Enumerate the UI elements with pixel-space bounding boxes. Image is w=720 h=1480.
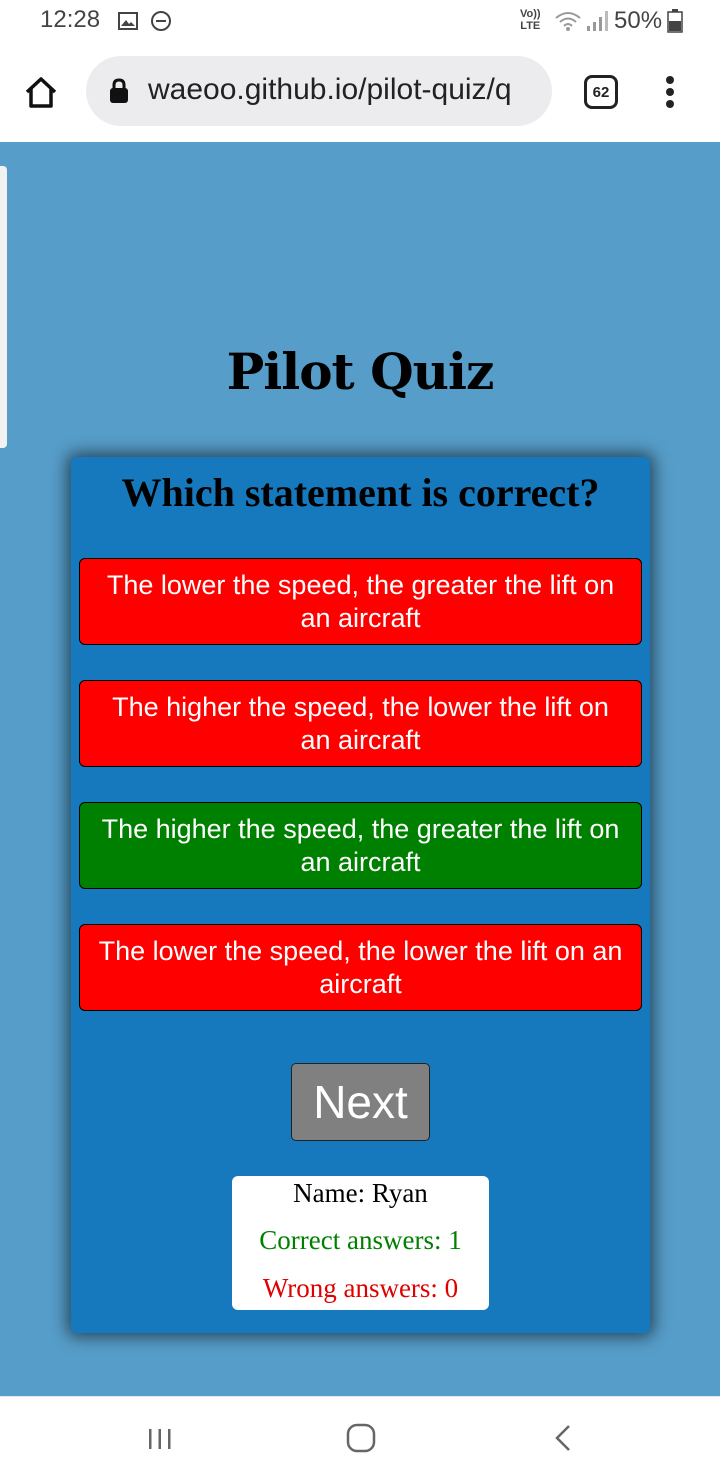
answer-label: The lower the speed, the lower the lift …: [98, 935, 623, 999]
signal-icon: [587, 11, 608, 31]
lock-icon: [110, 78, 128, 103]
recent-apps-icon[interactable]: [146, 1425, 174, 1453]
answer-button-1[interactable]: The lower the speed, the greater the lif…: [79, 558, 642, 645]
battery-icon: [667, 9, 683, 33]
do-not-disturb-icon: [151, 11, 171, 31]
menu-dot-icon: [666, 100, 674, 108]
player-name: Name: Ryan: [293, 1178, 428, 1208]
answer-label: The lower the speed, the greater the lif…: [106, 569, 615, 633]
lte-label: LTE: [520, 20, 541, 32]
answer-button-3[interactable]: The higher the speed, the greater the li…: [79, 802, 642, 889]
browser-menu-button[interactable]: [656, 72, 684, 112]
status-time: 12:28: [40, 6, 101, 33]
answer-label: The higher the speed, the greater the li…: [101, 813, 620, 877]
home-button[interactable]: [20, 72, 62, 112]
wifi-icon: [555, 12, 581, 31]
quiz-page: Pilot Quiz Which statement is correct? T…: [0, 142, 720, 1396]
url-text: waeoo.github.io/pilot-quiz/q: [148, 73, 512, 106]
home-icon: [25, 77, 57, 108]
answer-label: The higher the speed, the lower the lift…: [112, 691, 609, 755]
answer-button-2[interactable]: The higher the speed, the lower the lift…: [79, 680, 642, 767]
browser-toolbar: waeoo.github.io/pilot-quiz/q 62: [0, 44, 720, 142]
system-navigation-bar: [0, 1396, 720, 1480]
tab-switcher-button[interactable]: 62: [584, 75, 618, 109]
score-box: Name: Ryan Correct answers: 1 Wrong answ…: [232, 1176, 489, 1310]
scroll-indicator[interactable]: [0, 166, 7, 448]
question-text: Which statement is correct?: [121, 470, 600, 515]
quiz-card: Which statement is correct? The lower th…: [71, 457, 650, 1333]
volte-indicator: Vo)) LTE: [520, 8, 541, 32]
wrong-answers-count: Wrong answers: 0: [262, 1273, 459, 1303]
page-title: Pilot Quiz: [226, 342, 495, 401]
gallery-icon: [118, 12, 138, 30]
volte-label: Vo)): [520, 8, 541, 20]
menu-dot-icon: [666, 88, 674, 96]
back-icon[interactable]: [552, 1423, 574, 1453]
next-button[interactable]: Next: [291, 1063, 430, 1141]
home-nav-icon[interactable]: [346, 1423, 376, 1453]
address-bar[interactable]: waeoo.github.io/pilot-quiz/q: [86, 56, 552, 126]
menu-dot-icon: [666, 76, 674, 84]
answer-button-4[interactable]: The lower the speed, the lower the lift …: [79, 924, 642, 1011]
status-bar: 12:28 Vo)) LTE 50%: [0, 0, 720, 44]
correct-answers-count: Correct answers: 1: [259, 1225, 462, 1255]
battery-percentage: 50%: [614, 7, 663, 34]
